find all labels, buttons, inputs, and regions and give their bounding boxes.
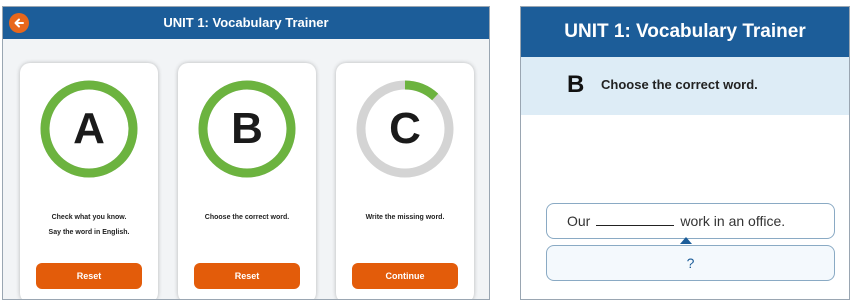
sentence-start: Our: [567, 213, 591, 229]
description-line: Write the missing word.: [365, 214, 445, 221]
continue-button[interactable]: Continue: [352, 263, 458, 289]
exercise-description: Check what you know. Say the word in Eng…: [28, 213, 150, 243]
sentence-end: work in an office.: [680, 213, 786, 229]
reset-button[interactable]: Reset: [36, 263, 142, 289]
blank-slot[interactable]: [596, 212, 675, 226]
pointer-arrow-icon: [680, 237, 692, 244]
exercise-card-c[interactable]: C Write the missing word. Continue: [336, 63, 474, 299]
exercise-screen: UNIT 1: Vocabulary Trainer B Choose the …: [520, 6, 850, 300]
arrow-left-icon: [14, 18, 24, 28]
exercise-letter: B: [231, 104, 263, 153]
exercise-description: Choose the correct word.: [186, 213, 308, 228]
page-title: UNIT 1: Vocabulary Trainer: [163, 15, 329, 30]
reset-button[interactable]: Reset: [194, 263, 300, 289]
header-bar: UNIT 1: Vocabulary Trainer: [3, 7, 489, 39]
exercise-letter: B: [567, 71, 585, 98]
exercise-letter: C: [389, 104, 421, 153]
cards-area: A Check what you know. Say the word in E…: [3, 39, 489, 299]
answer-box[interactable]: ?: [546, 245, 835, 281]
description-line: Check what you know.: [51, 214, 127, 221]
exercise-description: Write the missing word.: [344, 213, 466, 228]
instruction-bar: B Choose the correct word.: [521, 57, 849, 115]
exercise-card-a[interactable]: A Check what you know. Say the word in E…: [20, 63, 158, 299]
back-button[interactable]: [9, 13, 29, 33]
description-line: Choose the correct word.: [204, 214, 290, 221]
exercise-letter: A: [73, 104, 105, 153]
page-title: UNIT 1: Vocabulary Trainer: [521, 7, 849, 57]
instruction-text: Choose the correct word.: [601, 77, 758, 92]
exercise-menu-screen: UNIT 1: Vocabulary Trainer A Check what …: [2, 6, 490, 300]
description-line: Say the word in English.: [48, 229, 130, 236]
exercise-card-b[interactable]: B Choose the correct word. Reset: [178, 63, 316, 299]
sentence-box: Our work in an office.: [546, 203, 835, 239]
